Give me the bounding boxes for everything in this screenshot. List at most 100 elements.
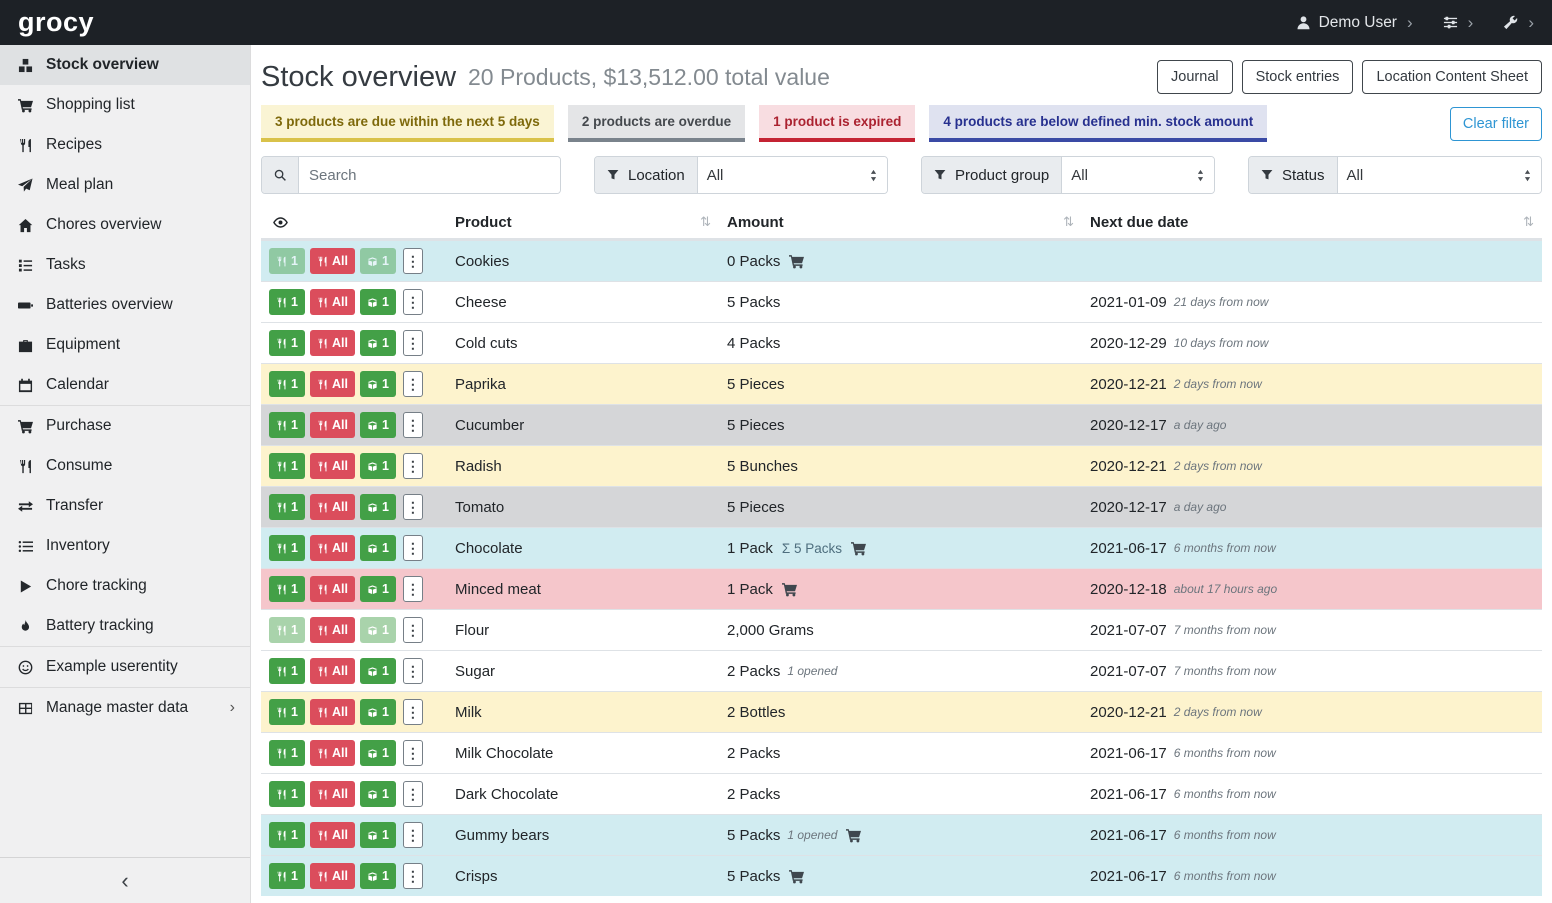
column-header-product[interactable]: Product ⇅ bbox=[447, 214, 719, 231]
open-one-button[interactable]: 1 bbox=[360, 248, 396, 274]
open-one-button[interactable]: 1 bbox=[360, 330, 396, 356]
consume-one-button[interactable]: 1 bbox=[269, 453, 305, 479]
column-header-amount[interactable]: Amount ⇅ bbox=[719, 214, 1082, 231]
open-one-button[interactable]: 1 bbox=[360, 535, 396, 561]
sidebar-item-equipment[interactable]: Equipment bbox=[0, 325, 250, 365]
consume-one-button[interactable]: 1 bbox=[269, 699, 305, 725]
clear-filter-button[interactable]: Clear filter bbox=[1450, 107, 1542, 141]
journal-button[interactable]: Journal bbox=[1157, 60, 1233, 94]
status-banner-danger[interactable]: 1 product is expired bbox=[759, 105, 915, 142]
row-menu-button[interactable]: ⋮ bbox=[403, 494, 423, 520]
consume-one-button[interactable]: 1 bbox=[269, 371, 305, 397]
row-menu-button[interactable]: ⋮ bbox=[403, 412, 423, 438]
open-one-button[interactable]: 1 bbox=[360, 781, 396, 807]
open-one-button[interactable]: 1 bbox=[360, 576, 396, 602]
consume-one-button[interactable]: 1 bbox=[269, 658, 305, 684]
sidebar-item-chores-overview[interactable]: Chores overview bbox=[0, 205, 250, 245]
consume-one-button[interactable]: 1 bbox=[269, 412, 305, 438]
stock-entries-button[interactable]: Stock entries bbox=[1242, 60, 1354, 94]
status-banner-warning[interactable]: 3 products are due within the next 5 day… bbox=[261, 105, 554, 142]
consume-one-button[interactable]: 1 bbox=[269, 740, 305, 766]
consume-all-button[interactable]: All bbox=[310, 740, 355, 766]
consume-one-button[interactable]: 1 bbox=[269, 330, 305, 356]
consume-all-button[interactable]: All bbox=[310, 822, 355, 848]
search-input[interactable] bbox=[299, 157, 560, 193]
consume-one-button[interactable]: 1 bbox=[269, 863, 305, 889]
open-one-button[interactable]: 1 bbox=[360, 699, 396, 725]
consume-one-button[interactable]: 1 bbox=[269, 617, 305, 643]
sidebar-item-transfer[interactable]: Transfer bbox=[0, 486, 250, 526]
product-group-select[interactable]: All bbox=[1062, 157, 1214, 193]
settings-menu[interactable]: › bbox=[1443, 13, 1474, 33]
consume-all-button[interactable]: All bbox=[310, 371, 355, 397]
column-header-next-due-date[interactable]: Next due date ⇅ bbox=[1082, 214, 1542, 231]
consume-all-button[interactable]: All bbox=[310, 863, 355, 889]
sidebar-item-tasks[interactable]: Tasks bbox=[0, 245, 250, 285]
sidebar-item-manage-master-data[interactable]: Manage master data› bbox=[0, 688, 250, 728]
sidebar-item-recipes[interactable]: Recipes bbox=[0, 125, 250, 165]
consume-all-button[interactable]: All bbox=[310, 289, 355, 315]
open-one-button[interactable]: 1 bbox=[360, 617, 396, 643]
consume-one-button[interactable]: 1 bbox=[269, 248, 305, 274]
consume-one-button[interactable]: 1 bbox=[269, 822, 305, 848]
consume-all-button[interactable]: All bbox=[310, 699, 355, 725]
sidebar-item-battery-tracking[interactable]: Battery tracking bbox=[0, 606, 250, 647]
open-one-button[interactable]: 1 bbox=[360, 822, 396, 848]
consume-all-button[interactable]: All bbox=[310, 453, 355, 479]
consume-one-button[interactable]: 1 bbox=[269, 289, 305, 315]
row-menu-button[interactable]: ⋮ bbox=[403, 863, 423, 889]
row-menu-button[interactable]: ⋮ bbox=[403, 822, 423, 848]
location-content-sheet-button[interactable]: Location Content Sheet bbox=[1362, 60, 1542, 94]
sidebar-item-calendar[interactable]: Calendar bbox=[0, 365, 250, 406]
row-menu-button[interactable]: ⋮ bbox=[403, 740, 423, 766]
app-logo[interactable]: grocy bbox=[18, 7, 94, 38]
row-menu-button[interactable]: ⋮ bbox=[403, 576, 423, 602]
consume-all-button[interactable]: All bbox=[310, 330, 355, 356]
consume-all-button[interactable]: All bbox=[310, 535, 355, 561]
sidebar-item-purchase[interactable]: Purchase bbox=[0, 406, 250, 446]
open-one-button[interactable]: 1 bbox=[360, 289, 396, 315]
open-one-button[interactable]: 1 bbox=[360, 658, 396, 684]
sidebar-item-inventory[interactable]: Inventory bbox=[0, 526, 250, 566]
open-one-button[interactable]: 1 bbox=[360, 863, 396, 889]
consume-one-button[interactable]: 1 bbox=[269, 494, 305, 520]
consume-all-button[interactable]: All bbox=[310, 617, 355, 643]
row-menu-button[interactable]: ⋮ bbox=[403, 699, 423, 725]
row-menu-button[interactable]: ⋮ bbox=[403, 658, 423, 684]
sidebar-collapse-button[interactable]: ‹ bbox=[0, 857, 250, 903]
consume-all-button[interactable]: All bbox=[310, 781, 355, 807]
sidebar-item-stock-overview[interactable]: Stock overview bbox=[0, 45, 250, 85]
status-select[interactable]: All bbox=[1338, 157, 1541, 193]
row-menu-button[interactable]: ⋮ bbox=[403, 535, 423, 561]
sidebar-item-consume[interactable]: Consume bbox=[0, 446, 250, 486]
open-one-button[interactable]: 1 bbox=[360, 740, 396, 766]
sidebar-item-example-userentity[interactable]: Example userentity bbox=[0, 647, 250, 688]
open-one-button[interactable]: 1 bbox=[360, 494, 396, 520]
location-select[interactable]: All bbox=[698, 157, 887, 193]
consume-all-button[interactable]: All bbox=[310, 412, 355, 438]
consume-one-button[interactable]: 1 bbox=[269, 535, 305, 561]
consume-all-button[interactable]: All bbox=[310, 658, 355, 684]
row-menu-button[interactable]: ⋮ bbox=[403, 617, 423, 643]
sidebar-item-chore-tracking[interactable]: Chore tracking bbox=[0, 566, 250, 606]
row-menu-button[interactable]: ⋮ bbox=[403, 248, 423, 274]
user-menu[interactable]: Demo User › bbox=[1296, 13, 1413, 33]
admin-menu[interactable]: › bbox=[1503, 13, 1534, 33]
consume-one-button[interactable]: 1 bbox=[269, 781, 305, 807]
open-one-button[interactable]: 1 bbox=[360, 371, 396, 397]
row-menu-button[interactable]: ⋮ bbox=[403, 289, 423, 315]
status-banner-info[interactable]: 4 products are below defined min. stock … bbox=[929, 105, 1267, 142]
row-menu-button[interactable]: ⋮ bbox=[403, 781, 423, 807]
row-menu-button[interactable]: ⋮ bbox=[403, 330, 423, 356]
sidebar-item-meal-plan[interactable]: Meal plan bbox=[0, 165, 250, 205]
open-one-button[interactable]: 1 bbox=[360, 412, 396, 438]
row-menu-button[interactable]: ⋮ bbox=[403, 453, 423, 479]
consume-one-button[interactable]: 1 bbox=[269, 576, 305, 602]
consume-all-button[interactable]: All bbox=[310, 494, 355, 520]
sidebar-item-batteries-overview[interactable]: Batteries overview bbox=[0, 285, 250, 325]
open-one-button[interactable]: 1 bbox=[360, 453, 396, 479]
status-banner-secondary[interactable]: 2 products are overdue bbox=[568, 105, 745, 142]
sidebar-item-shopping-list[interactable]: Shopping list bbox=[0, 85, 250, 125]
consume-all-button[interactable]: All bbox=[310, 248, 355, 274]
row-menu-button[interactable]: ⋮ bbox=[403, 371, 423, 397]
